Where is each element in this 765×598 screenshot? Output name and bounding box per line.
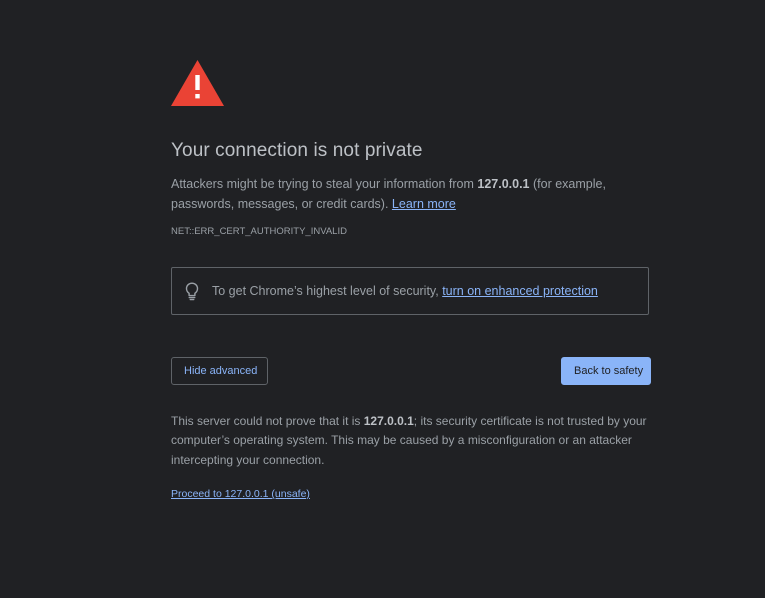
explanation-host: 127.0.0.1 xyxy=(477,177,530,191)
lightbulb-icon xyxy=(185,282,199,301)
details-before-host: This server could not prove that it is xyxy=(171,414,364,428)
page-title: Your connection is not private xyxy=(171,140,423,161)
details-text: This server could not prove that it is 1… xyxy=(171,412,655,470)
enhanced-protection-link[interactable]: turn on enhanced protection xyxy=(442,284,598,298)
explanation-text: Attackers might be trying to steal your … xyxy=(171,175,641,214)
interstitial-page: Your connection is not private Attackers… xyxy=(0,0,765,598)
error-code: NET::ERR_CERT_AUTHORITY_INVALID xyxy=(171,226,347,237)
explanation-before-host: Attackers might be trying to steal your … xyxy=(171,177,478,191)
proceed-container: Proceed to 127.0.0.1 (unsafe) xyxy=(171,488,310,500)
back-to-safety-button[interactable]: Back to safety xyxy=(561,357,651,385)
enhanced-protection-box: To get Chrome’s highest level of securit… xyxy=(171,267,649,315)
learn-more-link[interactable]: Learn more xyxy=(392,197,456,211)
enhanced-protection-text: To get Chrome’s highest level of securit… xyxy=(212,284,598,298)
hide-advanced-button[interactable]: Hide advanced xyxy=(171,357,268,385)
proceed-unsafe-link[interactable]: Proceed to 127.0.0.1 (unsafe) xyxy=(171,488,310,500)
details-host: 127.0.0.1 xyxy=(363,414,414,428)
enhanced-protection-label: To get Chrome’s highest level of securit… xyxy=(212,284,443,298)
warning-icon xyxy=(171,60,224,106)
